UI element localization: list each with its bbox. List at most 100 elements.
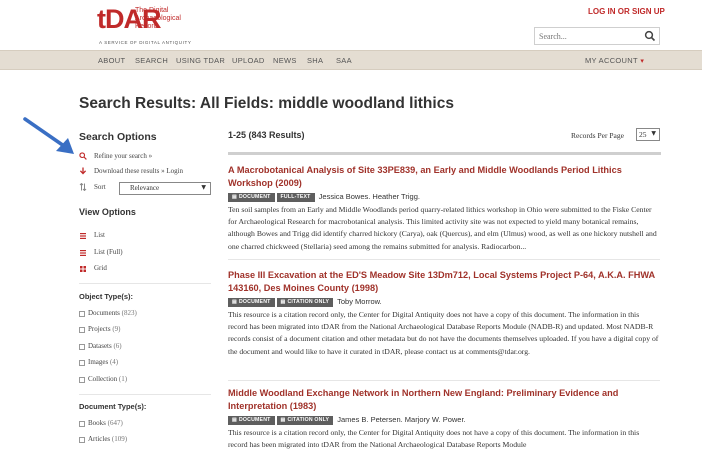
document-type-articles[interactable]: Articles (109) [88,435,127,443]
list-full-icon [80,250,86,256]
nav-upload[interactable]: UPLOAD [232,56,265,65]
chevron-down-icon: ▾ [637,57,645,65]
document-badge: ▤ DOCUMENT [228,193,275,202]
header-search[interactable] [534,27,660,45]
annotation-arrow-icon [23,117,74,154]
object-type-count: (4) [109,358,119,366]
object-type-count: (9) [112,325,121,333]
logo-tagline: A SERVICE OF DIGITAL ANTIQUITY [99,40,192,45]
result-meta: ▤ DOCUMENT FULL-TEXT Jessica Bowes. Heathe… [228,192,660,203]
full-text-badge: FULL-TEXT [276,193,315,202]
checkbox-images[interactable] [79,360,85,366]
result-description: Ten soil samples from an Early and Middl… [228,205,657,251]
refine-search-link[interactable]: Refine your search » [94,152,152,160]
result-authors: Jessica Bowes. Heather Trigg. [318,192,420,201]
object-type-label: Documents [88,309,120,317]
divider [79,283,211,284]
results-divider [228,152,661,155]
badge-label: DOCUMENT [238,194,271,200]
grid-icon [80,266,86,272]
result-meta: ▤ DOCUMENT ▤ CITATION ONLY Toby Morrow. [228,297,660,308]
list-icon [80,233,86,239]
citation-only-badge: ▤ CITATION ONLY [276,298,334,307]
document-icon: ▤ [280,299,286,305]
object-type-images[interactable]: Images (4) [88,358,118,366]
results-count: 1-25 (843 Results) [228,130,305,140]
document-icon: ▤ [280,417,286,423]
search-icon [79,152,87,160]
object-types-title: Object Type(s): [79,292,134,301]
document-icon: ▤ [232,194,237,200]
result-title-link[interactable]: A Macrobotanical Analysis of Site 33PE83… [228,164,660,190]
result-item: Phase III Excavation at the ED'S Meadow … [228,269,660,358]
view-list[interactable]: List [94,231,105,239]
download-results-link[interactable]: Download these results » Login [94,167,183,175]
records-per-page-label: Records Per Page [571,131,624,140]
my-account-menu[interactable]: MY ACCOUNT ▾ [585,56,644,65]
document-type-count: (109) [111,435,128,443]
view-list-full[interactable]: List (Full) [94,248,123,256]
badge-label: DOCUMENT [238,417,271,423]
document-type-count: (647) [107,419,123,427]
object-type-datasets[interactable]: Datasets (6) [88,342,122,350]
nav-saa[interactable]: SAA [336,56,352,65]
checkbox-projects[interactable] [79,327,85,333]
nav-news[interactable]: NEWS [273,56,297,65]
checkbox-articles[interactable] [79,437,85,443]
object-type-count: (6) [113,342,122,350]
login-signup-link[interactable]: LOG IN OR SIGN UP [588,7,665,16]
object-type-collection[interactable]: Collection (1) [88,375,127,383]
tdar-logo[interactable]: tDAR The Digital Archaeological Record A… [97,4,217,46]
logo-subtitle: The Digital Archaeological Record [135,7,181,30]
document-type-label: Articles [88,435,111,443]
object-type-label: Collection [88,375,118,383]
badge-label: FULL-TEXT [280,194,311,200]
search-input[interactable] [539,29,639,43]
records-per-page-select[interactable]: 25 ▼ [636,128,660,141]
nav-sha[interactable]: SHA [307,56,323,65]
checkbox-datasets[interactable] [79,344,85,350]
document-icon: ▤ [232,417,237,423]
object-type-count: (823) [121,309,137,317]
object-type-count: (1) [118,375,128,383]
checkbox-documents[interactable] [79,311,85,317]
object-type-documents[interactable]: Documents (823) [88,309,137,317]
document-badge: ▤ DOCUMENT [228,298,275,307]
sort-icon [79,183,87,191]
badge-label: CITATION ONLY [287,417,330,423]
result-item: Middle Woodland Exchange Network in Nort… [228,387,660,451]
object-type-label: Datasets [88,342,112,350]
citation-only-badge: ▤ CITATION ONLY [276,416,334,425]
divider [79,394,211,395]
object-type-projects[interactable]: Projects (9) [88,325,120,333]
result-meta: ▤ DOCUMENT ▤ CITATION ONLY James B. Peterse… [228,415,660,426]
search-icon[interactable] [644,30,656,42]
document-badge: ▤ DOCUMENT [228,416,275,425]
checkbox-books[interactable] [79,421,85,427]
result-authors: James B. Petersen. Marjory W. Power. [337,415,466,424]
result-divider [228,259,660,260]
checkbox-collection[interactable] [79,377,85,383]
sort-label: Sort [94,183,106,191]
badge-label: DOCUMENT [238,299,271,305]
object-type-label: Projects [88,325,111,333]
document-type-books[interactable]: Books (647) [88,419,123,427]
view-grid[interactable]: Grid [94,264,107,272]
document-icon: ▤ [232,299,237,305]
search-options-title: Search Options [79,131,157,143]
view-options-title: View Options [79,207,136,217]
result-title-link[interactable]: Phase III Excavation at the ED'S Meadow … [228,269,660,295]
badge-label: CITATION ONLY [287,299,330,305]
nav-search[interactable]: SEARCH [135,56,168,65]
page-title: Search Results: All Fields: middle woodl… [79,95,454,112]
nav-using-tdar[interactable]: USING TDAR [176,56,225,65]
result-title-link[interactable]: Middle Woodland Exchange Network in Nort… [228,387,660,413]
download-arrow-icon [79,167,87,175]
sort-select[interactable]: Relevance ▼ [119,182,211,195]
chevron-down-icon: ▼ [201,184,206,191]
nav-about[interactable]: ABOUT [98,56,125,65]
document-types-title: Document Type(s): [79,402,147,411]
result-divider [228,380,660,381]
document-type-label: Books [88,419,106,427]
sort-value: Relevance [130,184,160,192]
